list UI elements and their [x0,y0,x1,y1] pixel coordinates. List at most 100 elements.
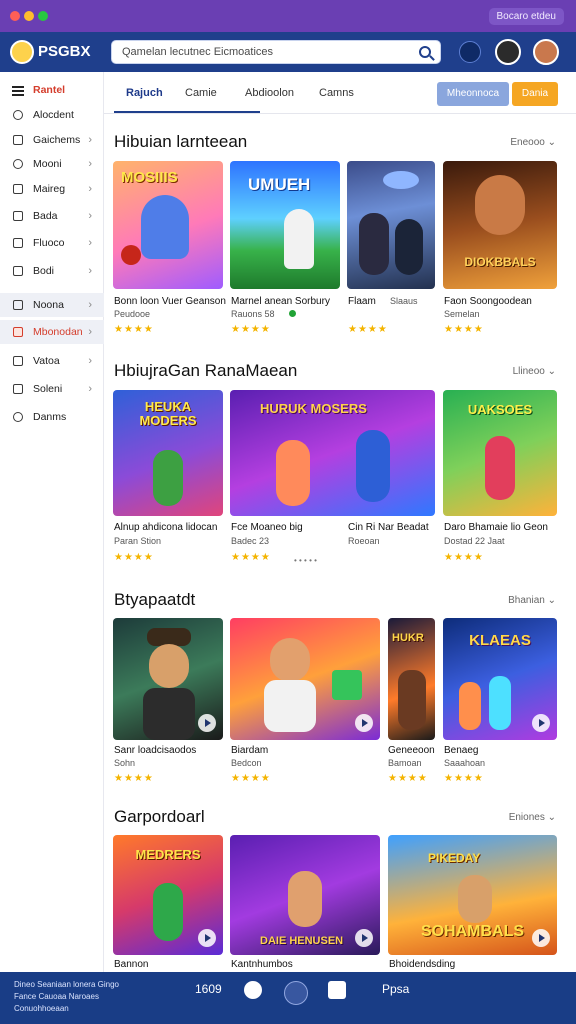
video-icon [13,356,23,366]
titlebar-chip[interactable]: Bocaro etdeu [488,8,564,25]
card-subtitle: Bamoan [388,758,422,768]
game-art-title: UMUEH [248,175,311,194]
fire-icon [13,327,23,337]
game-card[interactable]: KLAEAS [443,618,557,740]
sidebar-item-label: Maireg [33,183,66,195]
sidebar-item-mooni[interactable]: Mooni › [0,152,104,176]
card-subtitle: Roeoan [348,536,380,546]
play-icon[interactable] [198,929,216,947]
sidebar-item-gaichems[interactable]: Gaichems › [0,128,104,152]
card-title[interactable]: Cin Ri Nar Beadat [348,522,429,533]
game-card[interactable]: UMUEH [230,161,340,289]
sidebar-item-alocdent[interactable]: Alocdent [0,103,104,127]
game-card[interactable]: HUKR [388,618,435,740]
play-icon[interactable] [532,714,550,732]
tab-abdioolon[interactable]: Abdioolon [245,87,294,99]
game-card[interactable] [230,618,380,740]
play-icon[interactable] [355,714,373,732]
sidebar-item-vatoa[interactable]: Vatoa › [0,349,104,373]
avatar[interactable] [495,39,521,65]
character-art [459,682,481,730]
game-card[interactable]: UAKSOES [443,390,557,516]
character-art [149,644,189,688]
minimize-dot[interactable] [24,11,34,21]
compass-icon [13,159,23,169]
star-rating: ★★★★ [231,773,271,784]
sidebar-item-maireg[interactable]: Maireg › [0,177,104,201]
star-rating: ★★★★ [444,773,484,784]
section-see-more[interactable]: Bhanian ⌄ [508,595,556,606]
sidebar-item-soleni[interactable]: Soleni › [0,377,104,401]
game-card[interactable]: HURUK MOSERS [230,390,435,516]
card-title[interactable]: Faon Soongoodean [444,296,532,307]
card-title[interactable]: Geneeoon [388,745,435,756]
profile-avatar[interactable] [533,39,559,65]
card-title[interactable]: Bhoidendsding [389,959,455,970]
tab-camie[interactable]: Camie [185,87,217,99]
game-card[interactable]: MEDRERS [113,835,223,955]
game-card[interactable]: DAIE HENUSEN [230,835,380,955]
primary-action-button[interactable]: Mheonnoca [437,82,509,106]
search-input[interactable]: Qamelan lecutnec Eicmoatices [111,40,441,64]
sidebar-item-noona[interactable]: Noona › [0,293,104,317]
play-icon[interactable] [198,714,216,732]
sidebar-item-danms[interactable]: Danms [0,405,104,429]
chevron-right-icon: › [88,326,92,338]
card-title[interactable]: Kantnhumbos [231,959,293,970]
sidebar-item-bada[interactable]: Bada › [0,204,104,228]
secondary-action-button[interactable]: Dania [512,82,558,106]
card-subtitle: Dostad 22 Jaat [444,536,505,546]
star-rating: ★★★★ [444,324,484,335]
play-icon[interactable] [355,929,373,947]
game-card[interactable]: PIKEDAY SOHAMBALS [388,835,557,955]
card-title[interactable]: Benaeg [444,745,478,756]
play-icon[interactable] [532,929,550,947]
drop-icon[interactable] [284,981,308,1005]
footer-label[interactable]: Ppsa [382,982,409,996]
sidebar-item-bodi[interactable]: Bodi › [0,259,104,283]
sidebar-item-rantel[interactable]: Rantel [0,78,104,102]
card-title[interactable]: Alnup ahdicona lidocan [114,522,217,533]
sidebar-item-label: Vatoa [33,355,60,367]
section-see-more[interactable]: Eniones ⌄ [509,812,556,823]
tab-rajuch[interactable]: Rajuch [126,87,163,99]
card-title[interactable]: Sanr loadcisaodos [114,745,196,756]
game-card[interactable]: DIOKBBALS [443,161,557,289]
section-see-more[interactable]: Eneooo ⌄ [510,137,556,148]
card-title[interactable]: Daro Bhamaie lio Geon [444,522,548,533]
footer-counter: 1609 [195,982,222,996]
card-title[interactable]: Bannon [114,959,148,970]
pagination-dots[interactable]: • • • • • [294,556,317,565]
character-art [458,875,492,923]
game-card[interactable] [113,618,223,740]
search-icon[interactable] [419,46,431,58]
notifications-icon[interactable] [459,41,481,63]
sidebar-item-mbonodan[interactable]: Mbonodan › [0,320,104,344]
game-art-subtitle: PIKEDAY [428,851,481,865]
card-subtitle: Slaaus [390,296,418,306]
card-title[interactable]: Fce Moaneo big [231,522,303,533]
game-art-title: MEDRERS [135,847,201,862]
target-icon[interactable] [244,981,262,999]
card-title[interactable]: Flaam [348,296,376,307]
close-dot[interactable] [10,11,20,21]
maximize-dot[interactable] [38,11,48,21]
menu-icon[interactable] [12,86,24,96]
game-card[interactable]: HEUKA MODERS [113,390,223,516]
card-title[interactable]: Bonn loon Vuer Geanson [114,296,226,307]
card-title[interactable]: Marnel anean Sorbury [231,296,330,307]
window-icon[interactable] [328,981,346,999]
footer-line: Dineo Seaniaan lonera Gingo [14,980,119,989]
game-card[interactable]: MOSIIIS [113,161,223,289]
character-art [276,440,310,506]
game-card[interactable] [347,161,435,289]
sidebar-item-label: Bodi [33,265,55,277]
card-title[interactable]: Biardam [231,745,268,756]
chevron-down-icon: ⌄ [547,595,556,606]
game-art-title: DIOKBBALS [464,255,536,269]
tab-camns[interactable]: Camns [319,87,354,99]
sidebar-item-fluoco[interactable]: Fluoco › [0,231,104,255]
section-see-more[interactable]: Llineoo ⌄ [513,366,556,377]
tag-icon [13,300,23,310]
logo-icon[interactable] [10,40,34,64]
